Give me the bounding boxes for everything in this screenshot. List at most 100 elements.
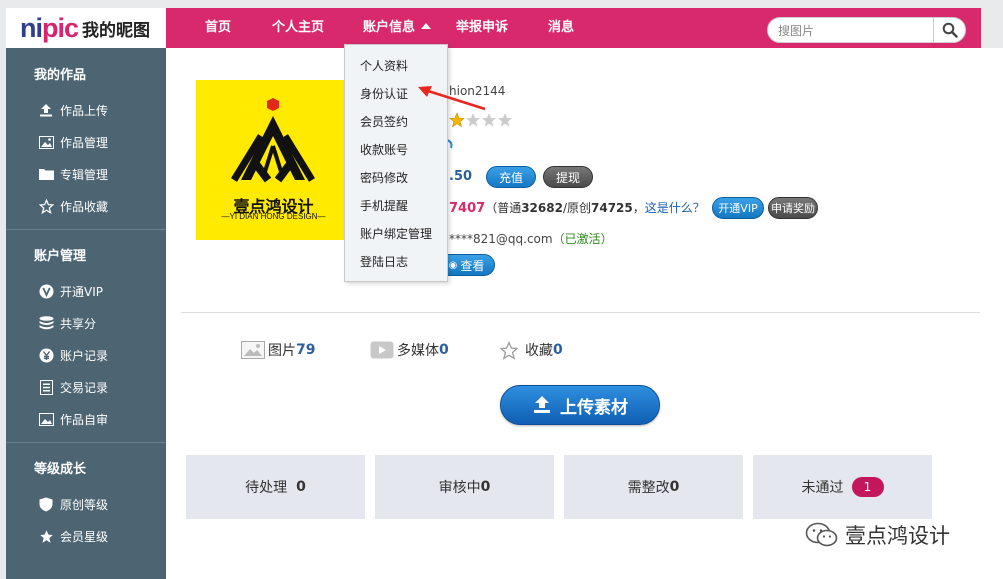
stat-value: 79 bbox=[296, 342, 316, 358]
section-divider bbox=[181, 312, 980, 313]
email-line: ****821@qq.com（已激活） bbox=[449, 230, 613, 247]
status-reviewing[interactable]: 审核中 0 bbox=[375, 455, 554, 519]
sidebar-item-manage[interactable]: 作品管理 bbox=[6, 126, 166, 158]
sidebar-item-account-records[interactable]: 账户记录 bbox=[6, 339, 166, 371]
sidebar-item-share-points[interactable]: 共享分 bbox=[6, 307, 166, 339]
sidebar-group-title: 账户管理 bbox=[34, 249, 87, 264]
sidebar-item-favorites[interactable]: 作品收藏 bbox=[6, 190, 166, 222]
nav-home[interactable]: 首页 bbox=[205, 8, 231, 48]
site-logo[interactable]: nipic 我的昵图 bbox=[6, 8, 166, 48]
status-needs-fix[interactable]: 需整改 0 bbox=[564, 455, 743, 519]
nav-account-info-label: 账户信息 bbox=[363, 20, 416, 35]
shield-icon bbox=[38, 496, 54, 512]
share-suffix: ， bbox=[632, 201, 645, 215]
stat-value: 0 bbox=[439, 342, 449, 358]
sidebar-item-label: 共享分 bbox=[60, 316, 97, 331]
sidebar-item-upload[interactable]: 作品上传 bbox=[6, 94, 166, 126]
dropdown-item-bindings[interactable]: 账户绑定管理 bbox=[345, 220, 447, 248]
sidebar: 我的作品 作品上传 作品管理 专辑管理 作品收藏 账户管理 开通VIP 共享分 bbox=[6, 48, 166, 579]
upload-icon bbox=[38, 102, 54, 118]
email-status: （已激活） bbox=[552, 232, 613, 246]
sidebar-item-label: 作品上传 bbox=[60, 103, 109, 118]
sidebar-item-label: 交易记录 bbox=[60, 380, 109, 395]
sidebar-item-albums[interactable]: 专辑管理 bbox=[6, 158, 166, 190]
sidebar-item-label: 专辑管理 bbox=[60, 167, 109, 182]
logo-pic: pic bbox=[42, 12, 79, 43]
search-icon bbox=[942, 22, 958, 38]
dropdown-item-login-log[interactable]: 登陆日志 bbox=[345, 248, 447, 276]
logo-wordmark: nipic bbox=[20, 12, 79, 44]
rating-stars-icon bbox=[449, 112, 512, 128]
search-box bbox=[767, 17, 966, 43]
sidebar-group-title: 等级成长 bbox=[34, 462, 87, 477]
annotation-arrow-icon bbox=[418, 86, 486, 111]
sidebar-item-label: 会员星级 bbox=[60, 529, 109, 544]
recharge-button[interactable]: 充值 bbox=[486, 166, 536, 188]
status-rejected[interactable]: 未通过 1 bbox=[753, 455, 932, 519]
video-icon bbox=[370, 341, 394, 359]
image-icon bbox=[241, 341, 265, 359]
user-avatar[interactable]: 壹点鸿设计 —YI DIAN HONG DESIGN— bbox=[196, 80, 351, 240]
status-value: 0 bbox=[480, 479, 491, 495]
list-icon bbox=[38, 379, 54, 395]
sidebar-divider bbox=[6, 442, 166, 443]
sidebar-item-label: 作品收藏 bbox=[60, 199, 109, 214]
sidebar-item-label: 开通VIP bbox=[60, 284, 103, 299]
yen-icon bbox=[38, 347, 54, 363]
dropdown-item-phone-alert[interactable]: 手机提醒 bbox=[345, 192, 447, 220]
status-pending[interactable]: 待处理 0 bbox=[186, 455, 365, 519]
star-outline-icon bbox=[499, 340, 519, 360]
apply-reward-button[interactable]: 申请奖励 bbox=[768, 197, 818, 219]
account-info-dropdown: 个人资料 身份认证 会员签约 收款账号 密码修改 手机提醒 账户绑定管理 登陆日… bbox=[344, 44, 448, 282]
avatar-brand-en: —YI DIAN HONG DESIGN— bbox=[221, 212, 326, 221]
dropdown-item-payment-account[interactable]: 收款账号 bbox=[345, 136, 447, 164]
watermark: 壹点鸿设计 bbox=[805, 520, 950, 550]
share-normal: 32682 bbox=[521, 201, 563, 215]
withdraw-button[interactable]: 提现 bbox=[543, 166, 593, 188]
sidebar-item-member-stars[interactable]: 会员星级 bbox=[6, 520, 166, 552]
sidebar-item-label: 原创等级 bbox=[60, 497, 109, 512]
upload-button-label: 上传素材 bbox=[560, 397, 628, 418]
balance-value: .50 bbox=[449, 169, 473, 184]
stat-multimedia[interactable]: 多媒体 0 bbox=[370, 340, 449, 360]
dropdown-item-membership[interactable]: 会员签约 bbox=[345, 108, 447, 136]
stat-label: 收藏 bbox=[525, 343, 553, 359]
nav-messages[interactable]: 消息 bbox=[548, 8, 574, 48]
nav-account-info[interactable]: 账户信息 bbox=[363, 8, 432, 48]
status-label: 需整改 bbox=[627, 480, 670, 496]
sidebar-divider bbox=[6, 229, 166, 230]
search-input[interactable] bbox=[778, 21, 928, 40]
sidebar-item-self-review[interactable]: 作品自审 bbox=[6, 403, 166, 435]
stat-label: 多媒体 bbox=[397, 343, 439, 359]
main-content: 壹点鸿设计 —YI DIAN HONG DESIGN— hion2144 .50… bbox=[166, 48, 1003, 579]
dropdown-item-profile[interactable]: 个人资料 bbox=[345, 52, 447, 80]
sidebar-item-label: 作品管理 bbox=[60, 135, 109, 150]
share-prefix: （普通 bbox=[485, 201, 522, 215]
nav-report[interactable]: 举报申诉 bbox=[456, 8, 508, 48]
image-icon bbox=[38, 134, 54, 150]
share-points-line: 7407（普通32682/原创74725，这是什么？ bbox=[449, 199, 705, 216]
star-outline-icon bbox=[38, 198, 54, 214]
dropdown-item-password[interactable]: 密码修改 bbox=[345, 164, 447, 192]
sidebar-item-transactions[interactable]: 交易记录 bbox=[6, 371, 166, 403]
open-vip-button[interactable]: 开通VIP bbox=[712, 197, 764, 219]
star-icon bbox=[38, 528, 54, 544]
sidebar-item-label: 账户记录 bbox=[60, 348, 109, 363]
share-mid: /原创 bbox=[562, 201, 591, 215]
stat-images[interactable]: 图片 79 bbox=[241, 340, 315, 360]
view-button-label: 查看 bbox=[460, 258, 485, 273]
email-value: ****821@qq.com bbox=[449, 232, 553, 246]
nav-personal-home[interactable]: 个人主页 bbox=[272, 8, 324, 48]
sidebar-item-vip[interactable]: 开通VIP bbox=[6, 275, 166, 307]
caret-up-icon bbox=[421, 23, 432, 29]
status-label: 审核中 bbox=[438, 480, 481, 496]
eye-icon: ◉ bbox=[448, 259, 458, 271]
upload-button[interactable]: 上传素材 bbox=[500, 385, 660, 425]
status-label: 未通过 bbox=[801, 480, 844, 496]
stat-favorites[interactable]: 收藏 0 bbox=[499, 340, 563, 360]
search-button[interactable] bbox=[933, 17, 965, 43]
sidebar-group-title: 我的作品 bbox=[34, 68, 87, 83]
upload-icon bbox=[534, 396, 550, 413]
what-is-this-link[interactable]: 这是什么？ bbox=[645, 201, 705, 215]
sidebar-item-original-level[interactable]: 原创等级 bbox=[6, 488, 166, 520]
